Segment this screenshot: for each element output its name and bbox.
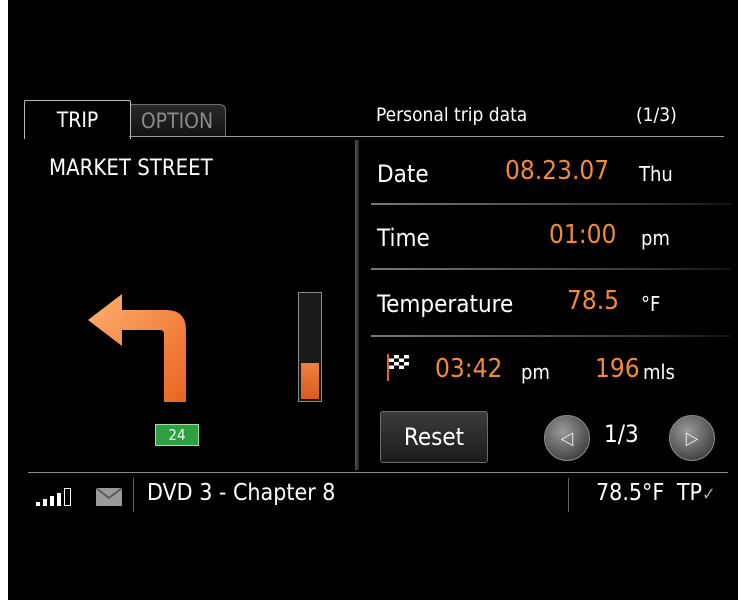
status-separator <box>133 478 134 512</box>
tab-underline <box>129 136 724 137</box>
distance-bar <box>298 292 322 402</box>
check-icon: ✓ <box>702 484 716 505</box>
date-day: Thu <box>639 162 673 186</box>
panel-title: Personal trip data <box>376 104 528 126</box>
display-screen: OPTION TRIP Personal trip data (1/3) MAR… <box>8 0 738 600</box>
time-value: 01:00 <box>549 220 617 250</box>
temperature-unit: °F <box>641 292 661 316</box>
tab-option[interactable]: OPTION <box>129 104 226 137</box>
date-value: 08.23.07 <box>505 156 610 186</box>
row-separator <box>371 203 731 205</box>
tab-trip[interactable]: TRIP <box>24 100 131 139</box>
mail-icon[interactable] <box>96 488 122 506</box>
status-separator <box>568 478 569 512</box>
temperature-row: Temperature 78.5 °F <box>371 274 723 332</box>
prev-page-button[interactable]: ◁ <box>544 415 590 461</box>
panel-page-indicator: (1/3) <box>636 104 677 126</box>
time-row: Time 01:00 pm <box>371 208 723 266</box>
media-source[interactable]: DVD 3 - Chapter 8 <box>147 480 335 506</box>
reset-button[interactable]: Reset <box>380 411 488 463</box>
row-separator <box>371 268 731 270</box>
time-label: Time <box>377 224 430 252</box>
panel-divider <box>355 140 359 470</box>
street-name: MARKET STREET <box>49 156 213 181</box>
arrival-distance-unit: mls <box>643 360 675 384</box>
triangle-left-icon: ◁ <box>560 427 574 449</box>
time-ampm: pm <box>641 226 670 250</box>
row-separator <box>371 335 731 337</box>
outside-temperature-value: 78.5°F <box>596 480 665 506</box>
outside-temperature: 78.5°F TP✓ <box>596 480 716 506</box>
signal-strength-icon <box>36 486 71 506</box>
arrival-time-value: 03:42 <box>435 354 503 384</box>
date-label: Date <box>377 160 429 188</box>
traffic-program-indicator: TP <box>676 480 703 506</box>
arrival-distance-value: 196 <box>595 354 640 384</box>
turn-left-arrow-icon <box>88 294 186 402</box>
temperature-label: Temperature <box>377 290 514 318</box>
checkered-flag-icon <box>387 354 409 381</box>
next-page-button[interactable]: ▷ <box>669 415 715 461</box>
distance-bar-fill <box>301 363 319 399</box>
road-number-badge: 24 <box>155 424 199 446</box>
arrival-time-ampm: pm <box>521 360 550 384</box>
status-bar-line <box>28 472 728 473</box>
date-row: Date 08.23.07 Thu <box>371 144 723 202</box>
page-indicator: 1/3 <box>604 420 639 448</box>
arrival-row: 03:42 pm 196 mls <box>371 340 723 398</box>
triangle-right-icon: ▷ <box>685 427 699 449</box>
temperature-value: 78.5 <box>567 286 620 316</box>
